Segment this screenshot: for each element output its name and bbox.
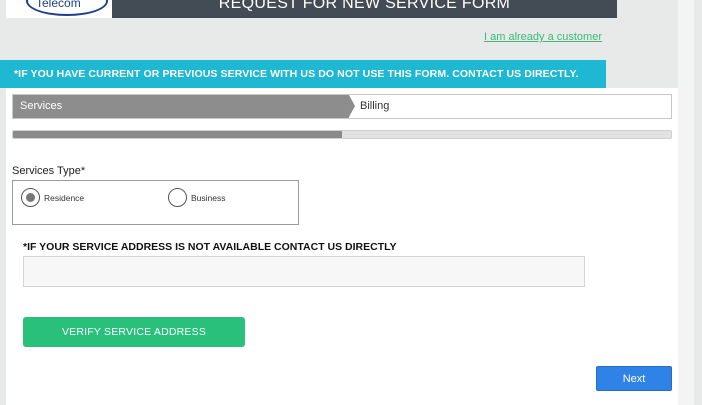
progress-fill [13, 131, 342, 138]
services-type-label: Services Type* [12, 165, 86, 177]
business-label: Business [191, 192, 226, 203]
company-logo: Telecom [6, 0, 112, 18]
already-customer-link[interactable]: I am already a customer [484, 31, 602, 43]
page-title: REQUEST FOR NEW SERVICE FORM [112, 0, 617, 18]
notice-banner: *IF YOU HAVE CURRENT OR PREVIOUS SERVICE… [0, 60, 606, 88]
service-address-input[interactable] [23, 256, 585, 287]
residence-radio[interactable]: Residence [21, 188, 84, 207]
step-bar: Services Billing [12, 94, 672, 119]
service-address-label: *IF YOUR SERVICE ADDRESS IS NOT AVAILABL… [23, 241, 397, 253]
next-button[interactable]: Next [596, 366, 672, 391]
residence-radio-circle-icon[interactable] [21, 188, 40, 207]
verify-address-button[interactable]: VERIFY SERVICE ADDRESS [23, 317, 245, 347]
residence-label: Residence [44, 192, 85, 203]
business-radio-circle-icon[interactable] [168, 188, 187, 207]
logo-text: Telecom [36, 0, 81, 10]
progress-bar [12, 130, 672, 139]
scroll-gutter [678, 0, 694, 405]
step-billing[interactable]: Billing [355, 95, 389, 118]
business-radio[interactable]: Business [168, 188, 226, 207]
step-services[interactable]: Services [13, 95, 349, 118]
services-type-group: Residence Business [12, 180, 299, 225]
